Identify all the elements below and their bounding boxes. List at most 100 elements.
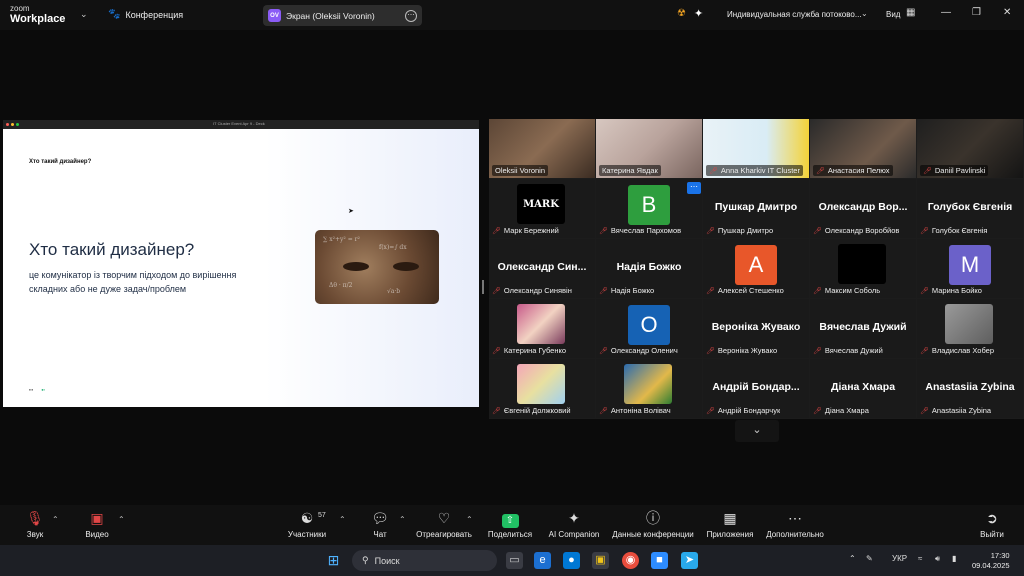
tile-more-options-button[interactable]: ⋯: [687, 182, 701, 194]
system-clock[interactable]: 17:30 09.04.2025: [972, 551, 1010, 571]
mic-muted-icon: 🎤︎: [599, 347, 608, 355]
mic-muted-icon: 🎤︎: [492, 407, 501, 415]
participant-tile[interactable]: 🎤︎ Владислав Хобер: [917, 299, 1023, 358]
leave-button[interactable]: ➲ Выйти: [957, 509, 1024, 539]
chevron-up-icon[interactable]: ⌃: [849, 554, 856, 563]
participant-name: Вячеслав Дужий: [824, 346, 883, 355]
store-icon[interactable]: ▣: [592, 552, 609, 569]
participant-name: Антоніна Волівач: [610, 406, 671, 415]
chevron-up-icon[interactable]: ⌃: [118, 515, 125, 524]
apps-button[interactable]: ▦ Приложения: [695, 509, 765, 539]
ai-sparkle-icon[interactable]: ✦: [694, 7, 703, 20]
mic-muted-icon: 🎤︎: [920, 287, 929, 295]
ai-companion-button[interactable]: ✦ AI Companion: [539, 509, 609, 539]
participant-name-label: 🎤︎ Daniil Pavlinski: [920, 165, 989, 176]
leave-icon: ➲: [986, 510, 998, 526]
more-icon: ⋯: [788, 510, 802, 526]
react-button[interactable]: ♡ Отреагировать: [409, 509, 479, 539]
more-options-icon[interactable]: ⋯: [405, 9, 417, 22]
participant-tile[interactable]: М 🎤︎ Марина Бойко: [917, 239, 1023, 298]
participant-tile[interactable]: 🎤︎ Daniil Pavlinski: [917, 119, 1023, 178]
participant-tile[interactable]: 🎤︎ Антоніна Волівач: [596, 359, 702, 418]
mic-muted-icon: 🎤︎: [813, 407, 822, 415]
paw-icon: 🐾: [108, 9, 121, 20]
participant-tile[interactable]: Oleksii Voronin: [489, 119, 595, 178]
participant-tile[interactable]: Anastasiia Zybina 🎤︎ Anastasiia Zybina: [917, 359, 1023, 418]
edge-browser-icon[interactable]: e: [534, 552, 551, 569]
grid-view-icon[interactable]: ▦: [906, 7, 915, 18]
participant-tile[interactable]: 🎤︎ Максим Соболь: [810, 239, 916, 298]
participant-tile[interactable]: А 🎤︎ Алексей Стешенко: [703, 239, 809, 298]
task-view-icon[interactable]: ▭: [506, 552, 523, 569]
minimize-icon[interactable]: —: [941, 7, 951, 18]
chevron-down-icon[interactable]: ⌄: [80, 9, 88, 20]
wifi-icon[interactable]: ≈: [918, 554, 922, 563]
zoom-app-icon[interactable]: ■: [651, 552, 668, 569]
meeting-controls: 🎙︎ Звук ⌃ ▣ Видео ⌃ ☯ Участники ⌃ 💬︎ Чат…: [0, 505, 1024, 545]
participant-tile[interactable]: Голубок Євгенія 🎤︎ Голубок Євгенія: [917, 179, 1023, 238]
participant-tile[interactable]: Катерина Явдак: [596, 119, 702, 178]
participant-display-name: Пушкар Дмитро: [714, 201, 798, 213]
taskbar-search[interactable]: ⚲ Поиск: [352, 550, 497, 571]
meeting-info-button[interactable]: ⓘ Данные конференции: [612, 509, 693, 539]
participant-tile[interactable]: Діана Хмара 🎤︎ Діана Хмара: [810, 359, 916, 418]
chat-button[interactable]: 💬︎ Чат: [345, 509, 415, 539]
restore-icon[interactable]: ❐: [972, 7, 981, 18]
participant-avatar: [517, 304, 565, 344]
participant-tile[interactable]: Вероніка Жувако 🎤︎ Вероніка Жувако: [703, 299, 809, 358]
participant-name: Anastasiia Zybina: [931, 406, 992, 415]
participant-tile[interactable]: 🎤︎ Анастасия Пелюх: [810, 119, 916, 178]
participant-tile[interactable]: MARK 🎤︎ Марк Бережний: [489, 179, 595, 238]
close-icon[interactable]: ✕: [1003, 7, 1011, 18]
video-button[interactable]: ▣ Видео: [62, 509, 132, 539]
pen-icon[interactable]: ✎: [866, 554, 873, 563]
participant-tile[interactable]: Андрій Бондар... 🎤︎ Андрій Бондарчук: [703, 359, 809, 418]
audio-button[interactable]: 🎙︎ Звук: [0, 509, 70, 539]
participant-tile[interactable]: 🎤︎ Anna Kharkiv IT Cluster: [703, 119, 809, 178]
slide-header: Хто такий дизайнер?: [29, 159, 92, 165]
participant-tile[interactable]: Олександр Вор... 🎤︎ Олександр Воробйов: [810, 179, 916, 238]
volume-icon[interactable]: 🔊︎: [935, 554, 940, 564]
participant-name: Євгеній Должковий: [503, 406, 571, 415]
chrome-icon[interactable]: ◉: [622, 552, 639, 569]
chevron-up-icon[interactable]: ⌃: [466, 515, 473, 524]
chevron-up-icon[interactable]: ⌃: [399, 515, 406, 524]
splitter-handle[interactable]: [482, 280, 484, 294]
more-button[interactable]: ⋯ Дополнительно: [760, 509, 830, 539]
screen-share-indicator[interactable]: OV Экран (Oleksii Voronin) ⋯: [263, 5, 422, 26]
copilot-icon[interactable]: ●: [563, 552, 580, 569]
mouse-cursor-icon: ➤: [348, 208, 354, 215]
mic-muted-icon: 🎤︎: [706, 227, 715, 235]
participant-avatar: [517, 364, 565, 404]
participant-name: Надія Божко: [610, 286, 655, 295]
slide-logos: ▪▪▪ ●▪: [29, 387, 45, 392]
mic-muted-icon: 🎤︎: [709, 167, 718, 175]
participant-name-label: 🎤︎ Вячеслав Дужий: [813, 345, 883, 356]
participant-tile[interactable]: Надія Божко 🎤︎ Надія Божко: [596, 239, 702, 298]
participant-tile[interactable]: О 🎤︎ Олександр Оленич: [596, 299, 702, 358]
chevron-up-icon[interactable]: ⌃: [52, 515, 59, 524]
participant-tile[interactable]: Пушкар Дмитро 🎤︎ Пушкар Дмитро: [703, 179, 809, 238]
participant-tile[interactable]: 🎤︎ Євгеній Должковий: [489, 359, 595, 418]
participants-button[interactable]: ☯ Участники: [272, 509, 342, 539]
chevron-down-icon[interactable]: ⌄: [861, 9, 868, 18]
security-shield-icon[interactable]: ☢: [677, 8, 686, 19]
video-off-icon: ▣: [90, 510, 104, 526]
mic-muted-icon: 🎤︎: [813, 227, 822, 235]
view-button[interactable]: Вид: [886, 10, 900, 19]
participant-name: Андрій Бондарчук: [717, 406, 781, 415]
participant-tile[interactable]: Олександр Син... 🎤︎ Олександр Синявін: [489, 239, 595, 298]
share-screen-button[interactable]: ⇧ Поделиться: [475, 509, 545, 539]
participant-tile[interactable]: 🎤︎ Катерина Губенко: [489, 299, 595, 358]
participant-avatar: [838, 244, 886, 284]
participant-tile[interactable]: Вячеслав Дужий 🎤︎ Вячеслав Дужий: [810, 299, 916, 358]
windows-start-icon[interactable]: ⊞: [325, 552, 342, 569]
streaming-service-label[interactable]: Индивидуальная служба потоково...: [727, 10, 862, 19]
participant-avatar-letter: М: [949, 245, 991, 285]
battery-icon[interactable]: ▮: [952, 554, 956, 563]
gallery-next-page-button[interactable]: ⌄: [735, 420, 779, 442]
telegram-icon[interactable]: ➤: [681, 552, 698, 569]
meeting-button[interactable]: 🐾 Конференция: [108, 9, 183, 20]
info-icon: ⓘ: [646, 510, 660, 526]
language-indicator[interactable]: УКР: [892, 554, 907, 563]
